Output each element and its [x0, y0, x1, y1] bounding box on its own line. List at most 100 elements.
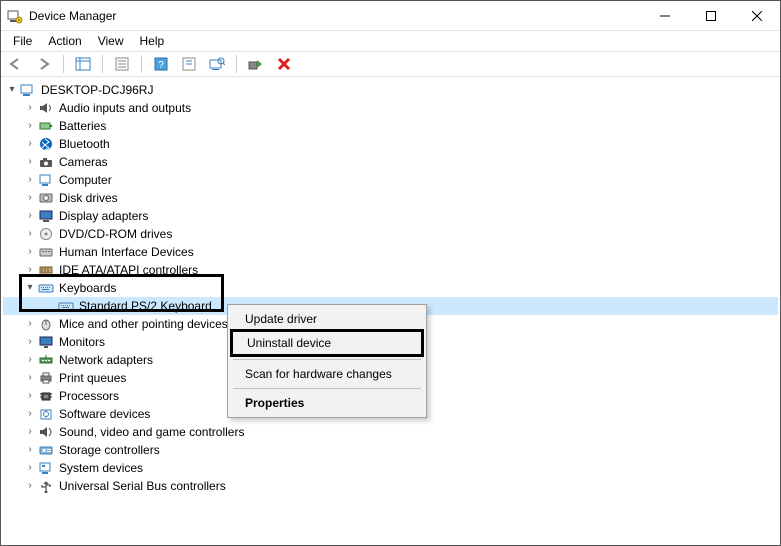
tree-category[interactable]: › Storage controllers — [3, 441, 778, 459]
chevron-right-icon[interactable]: › — [23, 477, 37, 495]
chevron-right-icon[interactable]: › — [23, 459, 37, 477]
menu-file[interactable]: File — [5, 32, 40, 50]
disk-icon — [37, 190, 55, 206]
category-label: Storage controllers — [59, 441, 160, 459]
category-label: System devices — [59, 459, 143, 477]
enable-device-button[interactable] — [245, 53, 267, 75]
context-menu-item[interactable]: Properties — [231, 392, 423, 414]
menu-view[interactable]: View — [90, 32, 132, 50]
toolbar-separator — [102, 55, 103, 73]
category-label: Human Interface Devices — [59, 243, 194, 261]
category-label: Network adapters — [59, 351, 153, 369]
update-driver-button[interactable] — [178, 53, 200, 75]
forward-button[interactable] — [33, 53, 55, 75]
monitor-icon — [37, 334, 55, 350]
category-label: Audio inputs and outputs — [59, 99, 191, 117]
tree-category[interactable]: › Universal Serial Bus controllers — [3, 477, 778, 495]
close-button[interactable] — [734, 1, 780, 31]
titlebar: Device Manager — [1, 1, 780, 31]
tree-category[interactable]: › System devices — [3, 459, 778, 477]
chevron-right-icon[interactable]: › — [23, 135, 37, 153]
tree-category[interactable]: › Cameras — [3, 153, 778, 171]
toolbar-separator — [141, 55, 142, 73]
chevron-right-icon[interactable]: › — [23, 369, 37, 387]
chevron-right-icon[interactable]: › — [23, 441, 37, 459]
battery-icon — [37, 118, 55, 134]
chevron-right-icon[interactable]: › — [23, 405, 37, 423]
chevron-right-icon[interactable]: › — [23, 315, 37, 333]
chevron-right-icon[interactable]: › — [23, 117, 37, 135]
help-button[interactable]: ? — [150, 53, 172, 75]
category-label: Monitors — [59, 333, 105, 351]
uninstall-device-button[interactable] — [273, 53, 295, 75]
camera-icon — [37, 154, 55, 170]
hid-icon — [37, 244, 55, 260]
toolbar-separator — [236, 55, 237, 73]
sound-icon — [37, 424, 55, 440]
context-menu: Update driverUninstall device Scan for ha… — [227, 304, 427, 418]
chevron-right-icon[interactable]: › — [23, 243, 37, 261]
context-menu-separator — [233, 388, 421, 389]
category-label: Display adapters — [59, 207, 148, 225]
chevron-right-icon[interactable]: › — [23, 225, 37, 243]
computer-icon — [19, 82, 37, 98]
tree-category[interactable]: › DVD/CD-ROM drives — [3, 225, 778, 243]
minimize-button[interactable] — [642, 1, 688, 31]
tree-category[interactable]: › Sound, video and game controllers — [3, 423, 778, 441]
system-icon — [37, 460, 55, 476]
chevron-right-icon[interactable]: › — [23, 99, 37, 117]
context-menu-item[interactable]: Scan for hardware changes — [231, 363, 423, 385]
properties-button[interactable] — [111, 53, 133, 75]
category-label: Sound, video and game controllers — [59, 423, 244, 441]
chevron-right-icon[interactable]: › — [23, 387, 37, 405]
context-menu-item[interactable]: Update driver — [231, 308, 423, 330]
tree-category[interactable]: › Audio inputs and outputs — [3, 99, 778, 117]
printer-icon — [37, 370, 55, 386]
context-menu-separator — [233, 359, 421, 360]
tree-category[interactable]: › Bluetooth — [3, 135, 778, 153]
computer-icon — [37, 172, 55, 188]
back-button[interactable] — [5, 53, 27, 75]
highlight-keyboards — [19, 274, 224, 312]
software-icon — [37, 406, 55, 422]
display-icon — [37, 208, 55, 224]
category-label: Bluetooth — [59, 135, 110, 153]
category-label: Disk drives — [59, 189, 118, 207]
toolbar: ? — [1, 51, 780, 77]
window-title: Device Manager — [29, 9, 642, 23]
scan-hardware-button[interactable] — [206, 53, 228, 75]
chevron-right-icon[interactable]: › — [23, 189, 37, 207]
chevron-right-icon[interactable]: › — [23, 351, 37, 369]
menu-help[interactable]: Help — [132, 32, 173, 50]
chevron-right-icon[interactable]: › — [23, 153, 37, 171]
chevron-right-icon[interactable]: › — [23, 171, 37, 189]
svg-text:?: ? — [158, 60, 164, 71]
show-hide-tree-button[interactable] — [72, 53, 94, 75]
tree-category[interactable]: › Computer — [3, 171, 778, 189]
category-label: Universal Serial Bus controllers — [59, 477, 226, 495]
maximize-button[interactable] — [688, 1, 734, 31]
toolbar-separator — [63, 55, 64, 73]
chevron-right-icon[interactable]: › — [23, 423, 37, 441]
category-label: DVD/CD-ROM drives — [59, 225, 172, 243]
menubar: File Action View Help — [1, 31, 780, 51]
chevron-down-icon[interactable]: ▾ — [5, 81, 19, 99]
category-label: Computer — [59, 171, 112, 189]
category-label: Software devices — [59, 405, 150, 423]
audio-icon — [37, 100, 55, 116]
category-label: Batteries — [59, 117, 106, 135]
chevron-right-icon[interactable]: › — [23, 333, 37, 351]
tree-category[interactable]: › Display adapters — [3, 207, 778, 225]
network-icon — [37, 352, 55, 368]
menu-action[interactable]: Action — [40, 32, 89, 50]
app-icon — [7, 8, 23, 24]
tree-category[interactable]: › Human Interface Devices — [3, 243, 778, 261]
category-label: Mice and other pointing devices — [59, 315, 228, 333]
tree-root[interactable]: ▾ DESKTOP-DCJ96RJ — [3, 81, 778, 99]
tree-category[interactable]: › Disk drives — [3, 189, 778, 207]
chevron-right-icon[interactable]: › — [23, 207, 37, 225]
tree-category[interactable]: › Batteries — [3, 117, 778, 135]
context-menu-item[interactable]: Uninstall device — [230, 329, 424, 357]
storage-icon — [37, 442, 55, 458]
bluetooth-icon — [37, 136, 55, 152]
